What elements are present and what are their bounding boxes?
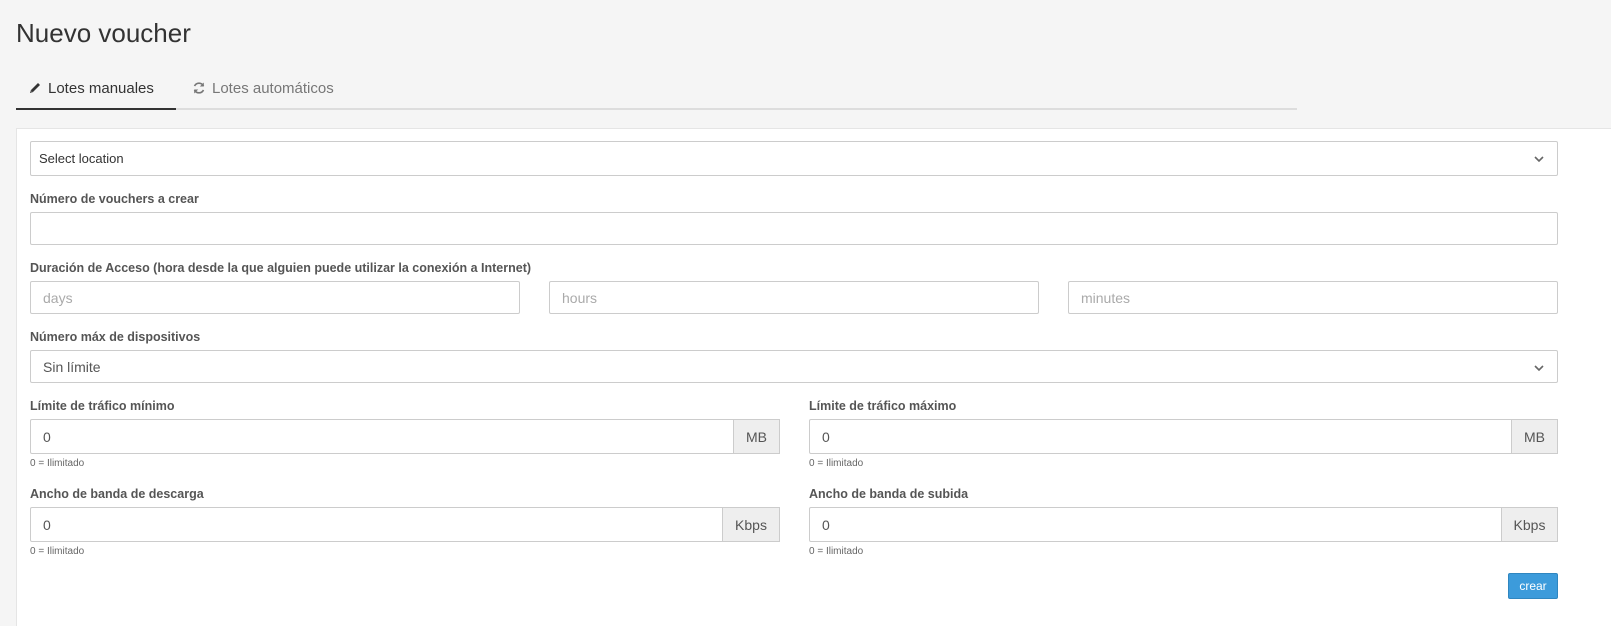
pencil-icon — [28, 81, 42, 95]
location-select[interactable]: Select location — [30, 141, 1558, 176]
create-button[interactable]: crear — [1508, 573, 1558, 599]
tab-bar: Lotes manuales Lotes automáticos — [16, 68, 1297, 110]
traffic-max-label: Límite de tráfico máximo — [809, 399, 957, 413]
download-bw-label: Ancho de banda de descarga — [30, 487, 204, 501]
location-select-value: Select location — [39, 151, 124, 166]
minutes-input[interactable] — [1068, 281, 1558, 314]
upload-bw-help: 0 = Ilimitado — [809, 546, 864, 557]
download-bw-help: 0 = Ilimitado — [30, 546, 85, 557]
traffic-max-help: 0 = Ilimitado — [809, 458, 864, 469]
traffic-min-label: Límite de tráfico mínimo — [30, 399, 175, 413]
upload-bw-unit: Kbps — [1501, 507, 1558, 542]
tab-lotes-automaticos[interactable]: Lotes automáticos — [176, 68, 334, 108]
traffic-min-help: 0 = Ilimitado — [30, 458, 85, 469]
upload-bw-input[interactable] — [809, 507, 1502, 542]
tab-label: Lotes automáticos — [212, 79, 334, 97]
max-devices-value: Sin límite — [43, 358, 101, 375]
hours-input[interactable] — [549, 281, 1039, 314]
download-bw-unit: Kbps — [722, 507, 780, 542]
traffic-min-unit: MB — [733, 419, 780, 454]
vouchers-count-input[interactable] — [30, 212, 1558, 245]
max-devices-select[interactable]: Sin límite — [30, 350, 1558, 383]
vouchers-count-label: Número de vouchers a crear — [30, 192, 199, 206]
tab-label: Lotes manuales — [48, 79, 154, 97]
traffic-max-input[interactable] — [809, 419, 1512, 454]
upload-bw-label: Ancho de banda de subida — [809, 487, 969, 501]
duration-label: Duración de Acceso (hora desde la que al… — [30, 261, 532, 275]
chevron-down-icon — [1533, 361, 1545, 373]
refresh-icon — [192, 81, 206, 95]
traffic-min-input[interactable] — [30, 419, 734, 454]
max-devices-label: Número máx de dispositivos — [30, 330, 201, 344]
tab-lotes-manuales[interactable]: Lotes manuales — [16, 68, 176, 110]
days-input[interactable] — [30, 281, 520, 314]
page-title: Nuevo voucher — [16, 18, 191, 48]
traffic-max-unit: MB — [1511, 419, 1558, 454]
download-bw-input[interactable] — [30, 507, 723, 542]
chevron-down-icon — [1533, 153, 1545, 165]
